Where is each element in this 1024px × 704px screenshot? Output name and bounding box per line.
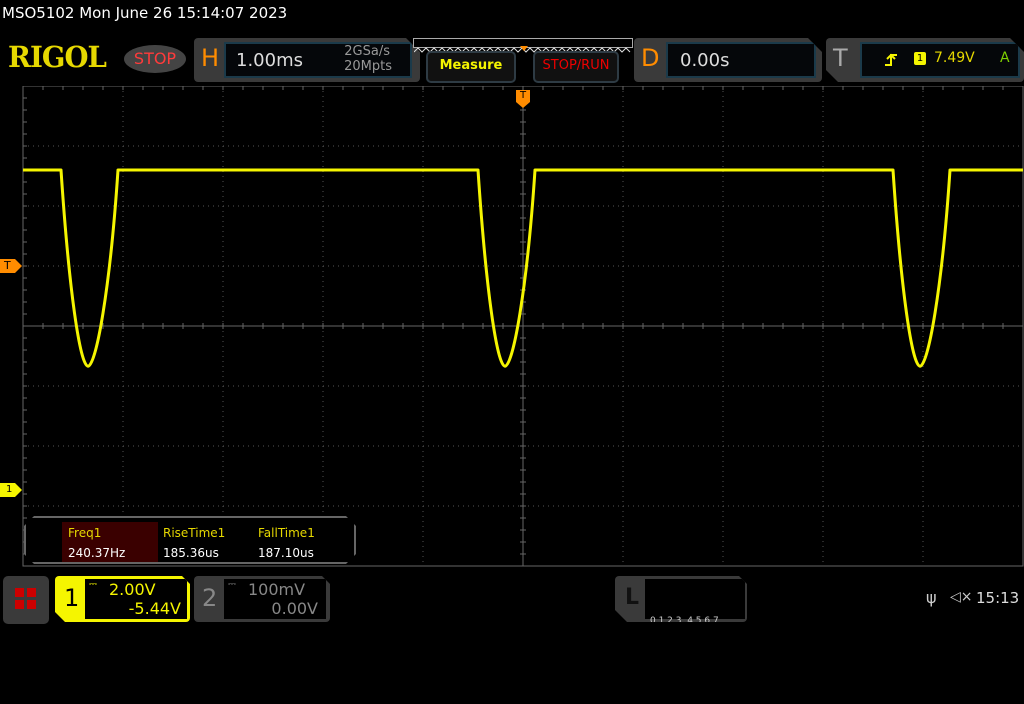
- measurement-value: 240.37Hz: [68, 546, 126, 560]
- channel1-offset: -5.44V: [128, 599, 181, 618]
- rigol-logo: RIGOL: [8, 40, 107, 74]
- title-bar: MSO5102 Mon June 26 15:14:07 2023: [2, 4, 288, 22]
- delay-panel[interactable]: D 0.00s: [634, 38, 822, 82]
- dc-coupling-icon: ⎓: [228, 579, 236, 590]
- measurement-freq[interactable]: Freq1 240.37Hz: [62, 522, 158, 562]
- logic-panel[interactable]: L 0 1 2 3 4 5 6 7 8 9 1011 12131415: [615, 576, 747, 622]
- channel2-scale: 100mV: [248, 580, 306, 599]
- measurement-falltime[interactable]: FallTime1 187.10us: [252, 522, 348, 562]
- horizontal-panel[interactable]: H 1.00ms 2GSa/s 20Mpts: [194, 38, 420, 82]
- dc-coupling-icon: ⎓: [89, 579, 97, 590]
- channel2-panel[interactable]: 2 ⎓ 100mV 0.00V: [194, 576, 330, 622]
- menu-button[interactable]: [3, 576, 49, 624]
- measurement-label: RiseTime1: [163, 526, 226, 540]
- horizontal-label: H: [201, 44, 220, 72]
- trigger-level: 7.49V: [934, 50, 975, 66]
- clock-time: 15:13: [976, 589, 1020, 607]
- usb-icon: ψ: [926, 588, 937, 607]
- measurement-value: 187.10us: [258, 546, 314, 560]
- sample-rate: 2GSa/s: [344, 44, 390, 59]
- grid-menu-icon: [15, 588, 37, 609]
- rising-edge-icon: [884, 52, 898, 68]
- measurement-value: 185.36us: [163, 546, 219, 560]
- logic-channels-row1: 0 1 2 3 4 5 6 7: [650, 616, 719, 626]
- timebase-value: 1.00ms: [236, 50, 303, 71]
- trigger-source-badge: 1: [914, 52, 926, 65]
- measurement-label: FallTime1: [258, 526, 315, 540]
- memory-position-bar[interactable]: [413, 38, 633, 53]
- measurement-risetime[interactable]: RiseTime1 185.36us: [157, 522, 253, 562]
- waveform-graticule[interactable]: [0, 86, 1024, 568]
- channel2-offset: 0.00V: [271, 599, 318, 618]
- speaker-muted-icon[interactable]: ◁×: [950, 589, 973, 605]
- channel1-number: 1: [64, 584, 80, 612]
- channel1-scale: 2.00V: [109, 580, 156, 599]
- delay-value: 0.00s: [680, 50, 730, 71]
- logic-label: L: [625, 585, 640, 610]
- trigger-mode: A: [1000, 50, 1010, 66]
- trigger-panel[interactable]: T 1 7.49V A: [826, 38, 1024, 82]
- channel1-panel[interactable]: 1 ⎓ 2.00V -5.44V: [55, 576, 190, 622]
- logic-channels-row2: 8 9 1011 12131415: [650, 661, 739, 671]
- measurement-label: Freq1: [68, 526, 102, 540]
- stop-run-button[interactable]: STOP/RUN: [533, 51, 619, 83]
- measurement-panel: Freq1 240.37Hz RiseTime1 185.36us FallTime…: [24, 516, 356, 564]
- run-state-badge[interactable]: STOP: [124, 45, 186, 73]
- delay-label: D: [641, 44, 660, 72]
- trigger-label: T: [833, 44, 848, 72]
- measure-button[interactable]: Measure: [426, 51, 516, 83]
- channel2-number: 2: [202, 584, 218, 612]
- memory-depth: 20Mpts: [344, 59, 392, 74]
